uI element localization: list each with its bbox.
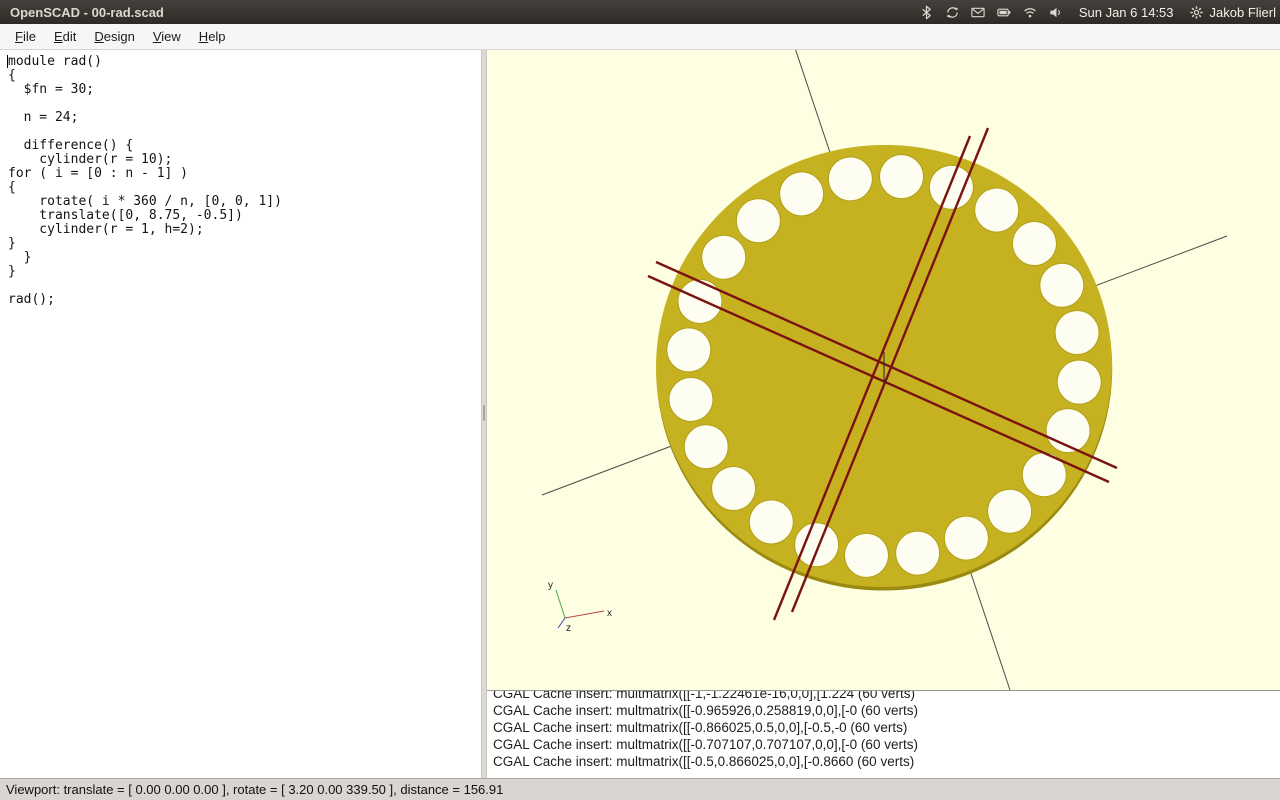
statusbar: Viewport: translate = [ 0.00 0.00 0.00 ]…: [0, 778, 1280, 800]
main-area: module rad(){ $fn = 30; n = 24; differen…: [0, 50, 1280, 778]
code-editor[interactable]: module rad(){ $fn = 30; n = 24; differen…: [0, 50, 481, 778]
code-line: }: [8, 237, 481, 251]
axis-label-y: y: [548, 580, 553, 591]
viewport-status-text: Viewport: translate = [ 0.00 0.00 0.00 ]…: [6, 782, 503, 797]
code-line: cylinder(r = 10);: [8, 153, 481, 167]
code-line: $fn = 30;: [8, 83, 481, 97]
openscad-window: OpenSCAD - 00-rad.scad Sun Jan 6 14:53: [0, 0, 1280, 800]
axis-label-x: x: [607, 608, 612, 619]
code-line: difference() {: [8, 139, 481, 153]
code-lines: module rad(){ $fn = 30; n = 24; differen…: [8, 55, 481, 307]
code-line: for ( i = [0 : n - 1] ): [8, 167, 481, 181]
menu-view[interactable]: View: [144, 25, 190, 48]
right-column: x y z CGAL Cache insert: multmatrix([[-1,-…: [487, 50, 1280, 778]
wifi-icon[interactable]: [1022, 4, 1039, 21]
mail-icon[interactable]: [970, 4, 987, 21]
code-line: rotate( i * 360 / n, [0, 0, 1]): [8, 195, 481, 209]
indicator-area: Sun Jan 6 14:53 Jakob Flierl: [918, 4, 1276, 21]
console-line: CGAL Cache insert: multmatrix([[-0.70710…: [493, 736, 1280, 753]
session-menu[interactable]: Jakob Flierl: [1188, 4, 1276, 21]
code-line: rad();: [8, 293, 481, 307]
sync-icon[interactable]: [944, 4, 961, 21]
clock-menu[interactable]: Sun Jan 6 14:53: [1079, 5, 1174, 20]
bluetooth-icon[interactable]: [918, 4, 935, 21]
volume-icon[interactable]: [1048, 4, 1065, 21]
code-line: [8, 279, 481, 293]
console-line: CGAL Cache insert: multmatrix([[-1,-1.22…: [493, 690, 1280, 702]
user-name: Jakob Flierl: [1210, 5, 1276, 20]
console-line: CGAL Cache insert: multmatrix([[-0.96592…: [493, 702, 1280, 719]
code-line: [8, 97, 481, 111]
splitter-handle-icon: [483, 405, 485, 421]
code-line: {: [8, 69, 481, 83]
menu-help[interactable]: Help: [190, 25, 235, 48]
code-line: }: [8, 251, 481, 265]
menubar: FileEditDesignViewHelp: [0, 24, 1280, 50]
gear-icon: [1188, 4, 1205, 21]
window-title: OpenSCAD - 00-rad.scad: [10, 5, 164, 20]
console-lines: CGAL Cache insert: multmatrix([[-1,-1.22…: [487, 690, 1280, 770]
system-panel: OpenSCAD - 00-rad.scad Sun Jan 6 14:53: [0, 0, 1280, 24]
menu-design[interactable]: Design: [85, 25, 143, 48]
code-line: module rad(): [8, 55, 481, 69]
code-line: translate([0, 8.75, -0.5]): [8, 209, 481, 223]
text-cursor: [7, 55, 8, 68]
menu-file[interactable]: File: [6, 25, 45, 48]
battery-icon[interactable]: [996, 4, 1013, 21]
3d-render: x y z: [487, 50, 1280, 690]
console-line: CGAL Cache insert: multmatrix([[-0.5,0.8…: [493, 753, 1280, 770]
code-line: n = 24;: [8, 111, 481, 125]
axis-label-z: z: [566, 623, 571, 634]
console-line: CGAL Cache insert: multmatrix([[-0.86602…: [493, 719, 1280, 736]
console-log[interactable]: CGAL Cache insert: multmatrix([[-1,-1.22…: [487, 690, 1280, 778]
code-line: cylinder(r = 1, h=2);: [8, 223, 481, 237]
code-line: {: [8, 181, 481, 195]
code-line: [8, 125, 481, 139]
code-line: }: [8, 265, 481, 279]
viewport-3d[interactable]: x y z: [487, 50, 1280, 690]
menu-edit[interactable]: Edit: [45, 25, 85, 48]
